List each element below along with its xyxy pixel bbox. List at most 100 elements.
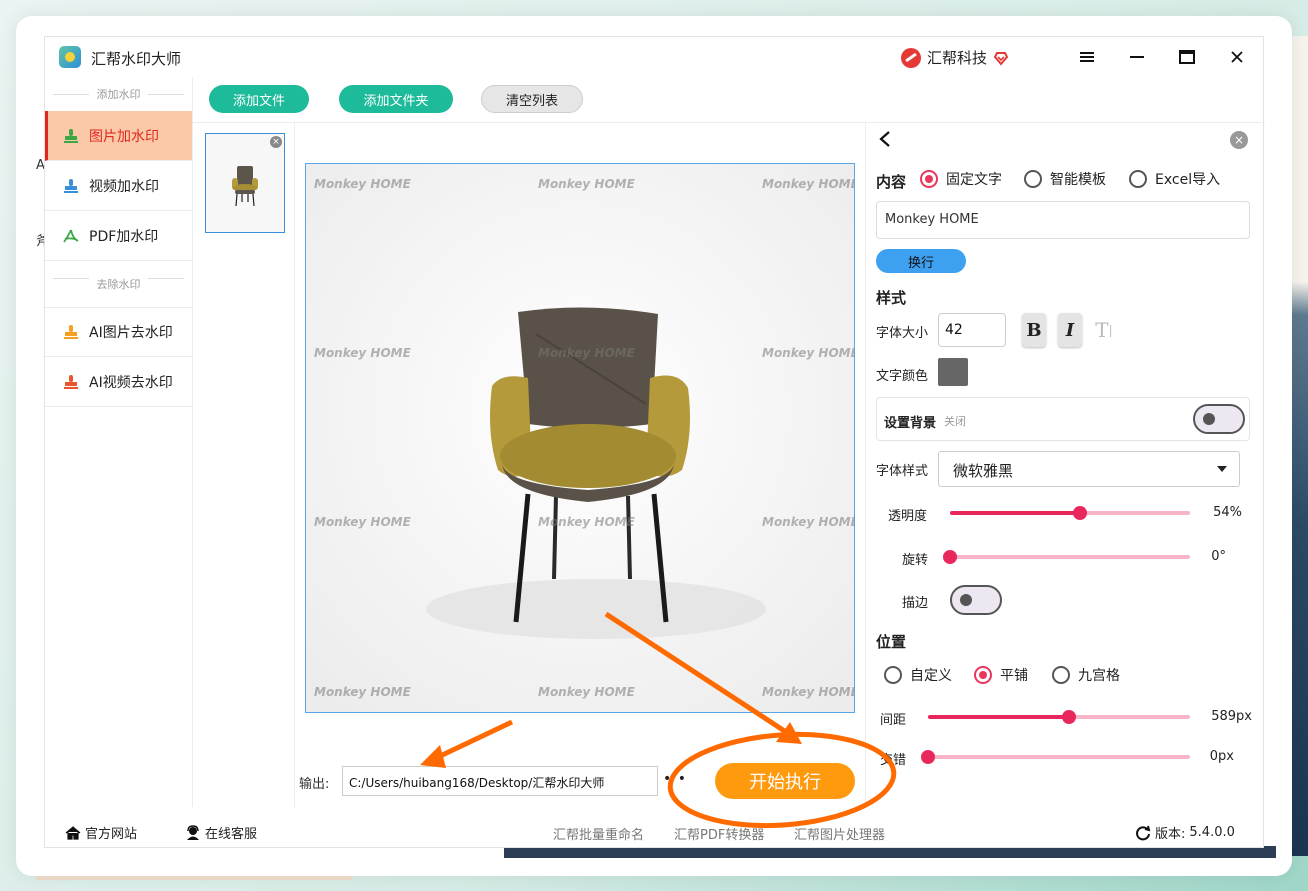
file-list: × <box>193 123 295 807</box>
spacing-slider-knob[interactable] <box>1062 710 1077 724</box>
spacing-slider[interactable] <box>928 710 1190 724</box>
italic-button[interactable]: I <box>1058 313 1082 347</box>
text-color-label: 文字颜色 <box>876 369 929 384</box>
image-stamp-icon <box>64 325 78 339</box>
watermark-text: Monkey HOME <box>762 685 855 699</box>
app-window: 汇帮水印大师 汇帮科技 添加水印 图片加水印 视频加水印 PDF加水印 去除水印… <box>44 36 1265 848</box>
radio-unchecked-icon <box>1024 170 1042 188</box>
content-option-excel-import[interactable]: Excel导入 <box>1129 169 1220 189</box>
radio-label: Excel导入 <box>1155 172 1221 188</box>
close-panel-icon[interactable]: × <box>1230 131 1248 149</box>
add-folder-button[interactable]: 添加文件夹 <box>339 85 453 113</box>
bold-button[interactable]: B <box>1022 313 1046 347</box>
font-size-input[interactable]: 42 <box>938 313 1006 347</box>
image-processor-link[interactable]: 汇帮图片处理器 <box>794 824 885 843</box>
app-logo-icon <box>59 46 81 68</box>
style-label: 样式 <box>876 289 907 307</box>
stagger-slider[interactable] <box>921 750 1190 764</box>
stroke-toggle[interactable] <box>950 585 1002 615</box>
watermark-text-input[interactable]: Monkey HOME <box>876 201 1250 239</box>
text-color-swatch[interactable] <box>938 358 968 386</box>
back-arrow-icon[interactable] <box>878 129 892 153</box>
spacing-label: 间距 <box>880 713 907 728</box>
font-size-label: 字体大小 <box>876 326 929 341</box>
sidebar-item-label: 视频加水印 <box>89 178 159 195</box>
radio-label: 自定义 <box>910 668 952 684</box>
opacity-slider-knob[interactable] <box>1072 506 1087 520</box>
brand: 汇帮科技 <box>901 47 1009 68</box>
sidebar-item-label: AI视频去水印 <box>89 374 173 391</box>
radio-checked-icon <box>974 666 992 684</box>
minimize-icon[interactable] <box>1125 45 1149 69</box>
opacity-slider[interactable] <box>950 506 1190 520</box>
sidebar-item-pdf-watermark[interactable]: PDF加水印 <box>45 211 192 261</box>
content-option-smart-template[interactable]: 智能模板 <box>1024 169 1106 189</box>
close-icon[interactable] <box>1225 45 1249 69</box>
online-support-label: 在线客服 <box>205 827 258 842</box>
watermark-text: Monkey HOME <box>762 346 855 360</box>
official-website-link[interactable]: 官方网站 <box>65 823 137 842</box>
heart-badge-icon <box>993 51 1009 66</box>
background-setting-row: 设置背景 关闭 <box>876 397 1250 441</box>
cursor-bar-icon: | <box>1108 323 1113 337</box>
video-stamp-icon <box>64 178 78 193</box>
image-stamp-icon <box>64 128 78 143</box>
watermark-text: Monkey HOME <box>538 515 635 529</box>
sidebar-item-label: 图片加水印 <box>89 128 159 145</box>
version-number: 5.4.0.0 <box>1189 825 1235 840</box>
content-label: 内容 <box>876 173 907 191</box>
opacity-slider-fill <box>950 511 1080 515</box>
maximize-icon[interactable] <box>1175 45 1199 69</box>
radio-unchecked-icon <box>884 666 902 684</box>
output-path-field[interactable]: C:/Users/huibang168/Desktop/汇帮水印大师 <box>342 766 658 796</box>
position-option-grid[interactable]: 九宫格 <box>1052 665 1120 685</box>
opacity-value: 54% <box>1213 505 1242 520</box>
sidebar-item-image-watermark[interactable]: 图片加水印 <box>45 111 192 161</box>
position-option-custom[interactable]: 自定义 <box>884 665 952 685</box>
position-label: 位置 <box>876 633 907 651</box>
rename-tool-link[interactable]: 汇帮批量重命名 <box>553 824 644 843</box>
background-label: 设置背景 <box>884 416 937 431</box>
home-icon <box>65 825 81 840</box>
radio-unchecked-icon <box>1052 666 1070 684</box>
rotate-slider[interactable] <box>943 550 1190 564</box>
version-label: 版本: <box>1155 827 1186 842</box>
start-button[interactable]: 开始执行 <box>715 763 855 799</box>
browse-output-button[interactable]: • • <box>663 771 687 787</box>
rotate-slider-knob[interactable] <box>943 550 957 564</box>
sidebar: 添加水印 图片加水印 视频加水印 PDF加水印 去除水印 AI图片去水印 AI视… <box>45 77 193 807</box>
clear-format-button[interactable]: T | <box>1092 313 1116 347</box>
watermark-text: Monkey HOME <box>314 177 411 191</box>
stroke-label: 描边 <box>902 596 929 611</box>
watermark-text: Monkey HOME <box>538 346 635 360</box>
radio-label: 九宫格 <box>1078 668 1120 684</box>
watermark-text: Monkey HOME <box>538 685 635 699</box>
stagger-value: 0px <box>1209 749 1234 764</box>
position-option-tile[interactable]: 平铺 <box>974 665 1028 685</box>
radio-label: 平铺 <box>1000 668 1028 684</box>
background-line <box>36 876 352 880</box>
menu-icon[interactable] <box>1075 45 1099 69</box>
sidebar-item-ai-video-remove[interactable]: AI视频去水印 <box>45 357 192 407</box>
video-stamp-icon <box>64 374 78 389</box>
chair-preview-image <box>306 164 854 712</box>
file-thumbnail[interactable]: × <box>205 133 285 233</box>
online-support-link[interactable]: 在线客服 <box>185 823 257 842</box>
add-file-button[interactable]: 添加文件 <box>209 85 309 113</box>
stagger-slider-knob[interactable] <box>921 750 935 764</box>
sidebar-item-video-watermark[interactable]: 视频加水印 <box>45 161 192 211</box>
support-icon <box>187 824 199 840</box>
chair-thumbnail-image <box>206 134 284 232</box>
brand-logo-icon <box>901 47 921 68</box>
output-label: 输出: <box>299 777 330 792</box>
newline-button[interactable]: 换行 <box>876 249 966 273</box>
font-style-select[interactable]: 微软雅黑 <box>938 451 1240 487</box>
refresh-icon <box>1136 825 1151 840</box>
clear-list-button[interactable]: 清空列表 <box>481 85 583 113</box>
remove-file-icon[interactable]: × <box>270 136 282 148</box>
version-info[interactable]: 版本: 5.4.0.0 <box>1135 823 1235 842</box>
pdf-converter-link[interactable]: 汇帮PDF转换器 <box>674 824 764 843</box>
content-option-fixed-text[interactable]: 固定文字 <box>920 169 1002 189</box>
background-toggle[interactable] <box>1193 404 1245 434</box>
sidebar-item-ai-image-remove[interactable]: AI图片去水印 <box>45 307 192 357</box>
